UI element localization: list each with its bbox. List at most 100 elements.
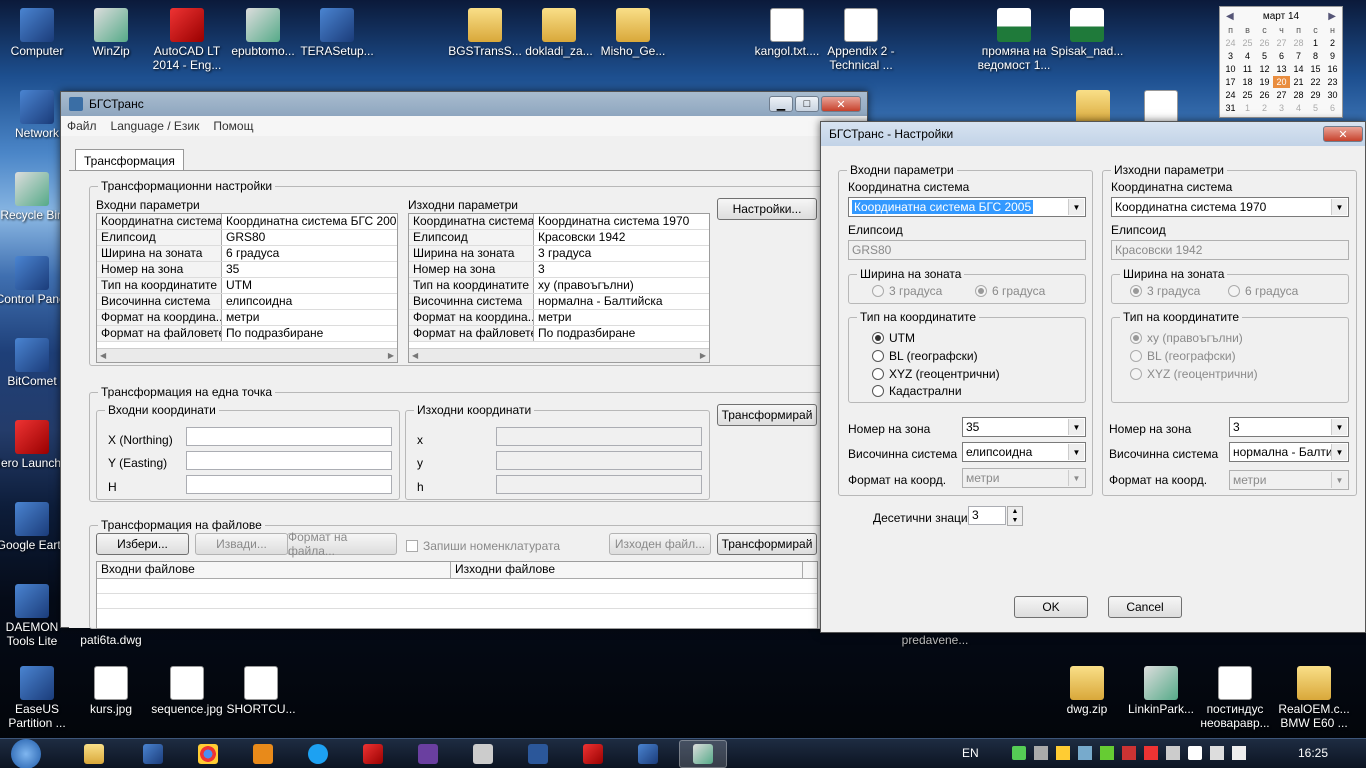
taskbar-app[interactable] <box>569 740 617 768</box>
minimize-button[interactable]: ▁ <box>769 96 793 112</box>
dialog-title-bar[interactable]: БГСТранс - Настройки ✕ <box>821 122 1365 146</box>
calendar-day[interactable]: 7 <box>1290 50 1307 62</box>
calendar-day[interactable]: 22 <box>1307 76 1324 88</box>
tray-app-icon[interactable] <box>1166 746 1180 760</box>
calendar-next-button[interactable]: ▶ <box>1328 11 1336 22</box>
calendar-day[interactable]: 14 <box>1290 63 1307 75</box>
appendix-file-icon[interactable]: Appendix 2 - Technical ... <box>816 8 906 72</box>
pati-dwg-label[interactable]: pati6ta.dwg <box>66 633 156 647</box>
clock[interactable]: 16:25 <box>1298 746 1328 760</box>
close-button[interactable]: ✕ <box>821 96 861 112</box>
table-row[interactable]: Ширина на зоната 6 градуса <box>97 246 397 262</box>
settings-button[interactable]: Настройки... <box>717 198 817 220</box>
taskbar-word[interactable] <box>514 740 562 768</box>
out-zone-no-select[interactable]: 3 ▼ <box>1229 417 1349 437</box>
realoem-desktop-icon[interactable]: RealOEM.c... BMW E60 ... <box>1264 666 1364 730</box>
tray-app-icon[interactable] <box>1122 746 1136 760</box>
menu-language[interactable]: Language / Език <box>111 119 200 133</box>
scroll-left-icon[interactable]: ◀ <box>412 351 418 360</box>
misho-folder-icon[interactable]: Misho_Ge... <box>588 8 678 58</box>
taskbar-calculator[interactable] <box>459 740 507 768</box>
input-params-grid[interactable]: Координатна система Координатна система Б… <box>96 213 398 363</box>
taskbar-ie[interactable] <box>129 740 177 768</box>
table-row[interactable]: Елипсоид Красовски 1942 <box>409 230 709 246</box>
x-northing-input[interactable] <box>186 427 392 446</box>
table-row[interactable]: Формат на файловете По подразбиране <box>97 326 397 342</box>
calendar-day[interactable]: 30 <box>1324 89 1341 101</box>
horizontal-scrollbar[interactable]: ◀ ▶ <box>97 348 397 362</box>
taskbar-explorer[interactable] <box>66 740 122 768</box>
nvidia-icon[interactable] <box>1100 746 1114 760</box>
calendar-day[interactable]: 29 <box>1307 89 1324 101</box>
signal-icon[interactable] <box>1034 746 1048 760</box>
output-file-button[interactable]: Изходен файл... <box>609 533 711 555</box>
tera-desktop-icon[interactable]: TERASetup... <box>292 8 382 58</box>
table-row[interactable]: Номер на зона 3 <box>409 262 709 278</box>
warning-icon[interactable] <box>1144 746 1158 760</box>
tray-app-icon[interactable] <box>1078 746 1092 760</box>
calendar-day[interactable]: 16 <box>1324 63 1341 75</box>
tray-app-icon[interactable] <box>1056 746 1070 760</box>
taskbar-globe[interactable] <box>624 740 672 768</box>
files-table[interactable]: Входни файлове Изходни файлове <box>96 561 818 629</box>
table-row[interactable]: Номер на зона 35 <box>97 262 397 278</box>
in-coord-sys-select[interactable]: Координатна система БГС 2005 ▼ <box>848 197 1086 217</box>
calendar-grid[interactable]: п в с ч п с н 24 25 26 27 28 1 2 3 4 5 6 7 8 9 10 11 12 13 14 15 16… <box>1220 24 1342 114</box>
calendar-day[interactable]: 19 <box>1256 76 1273 88</box>
taskbar-chrome[interactable] <box>184 740 232 768</box>
col-input-files[interactable]: Входни файлове <box>97 562 451 578</box>
calendar-day[interactable]: 4 <box>1290 102 1307 114</box>
h-input[interactable] <box>186 475 392 494</box>
out-zone-6-radio[interactable]: 6 градуса <box>1228 284 1298 298</box>
speaker-icon[interactable] <box>1232 746 1246 760</box>
in-type-utm-radio[interactable]: UTM <box>872 331 915 345</box>
scroll-right-icon[interactable]: ▶ <box>700 351 706 360</box>
output-params-grid[interactable]: Координатна система Координатна система 1… <box>408 213 710 363</box>
in-zone-6-radio[interactable]: 6 градуса <box>975 284 1045 298</box>
calendar-gadget[interactable]: ◀ март 14 ▶ п в с ч п с н 24 25 26 27 28 1 2 3 4 5 6 7 8 9 10… <box>1219 6 1343 118</box>
calendar-day[interactable]: 26 <box>1256 37 1273 49</box>
transform-point-button[interactable]: Трансформирай <box>717 404 817 426</box>
calendar-day[interactable]: 13 <box>1273 63 1290 75</box>
table-row[interactable]: Височинна система нормална - Балтийска <box>409 294 709 310</box>
calendar-day[interactable]: 24 <box>1222 37 1239 49</box>
calendar-day[interactable]: 9 <box>1324 50 1341 62</box>
in-type-xyz-radio[interactable]: XYZ (геоцентрични) <box>872 367 1000 381</box>
network-icon[interactable] <box>1210 746 1224 760</box>
horizontal-scrollbar[interactable]: ◀ ▶ <box>409 348 709 362</box>
calendar-day[interactable]: 27 <box>1273 89 1290 101</box>
chevron-down-icon[interactable]: ▼ <box>1012 517 1019 524</box>
in-type-cadastral-radio[interactable]: Кадастрални <box>872 384 962 398</box>
predavane-label[interactable]: predavene... <box>890 633 980 647</box>
taskbar-bgstrans[interactable] <box>679 739 727 768</box>
calendar-day[interactable]: 6 <box>1324 102 1341 114</box>
calendar-day[interactable]: 23 <box>1324 76 1341 88</box>
col-output-files[interactable]: Изходни файлове <box>451 562 803 578</box>
menu-help[interactable]: Помощ <box>213 119 253 133</box>
dialog-close-button[interactable]: ✕ <box>1323 126 1363 142</box>
calendar-day[interactable]: 15 <box>1307 63 1324 75</box>
calendar-day[interactable]: 3 <box>1222 50 1239 62</box>
tab-transformation[interactable]: Трансформация <box>75 149 184 171</box>
scroll-right-icon[interactable]: ▶ <box>388 351 394 360</box>
calendar-day[interactable]: 5 <box>1256 50 1273 62</box>
calendar-day[interactable]: 26 <box>1256 89 1273 101</box>
in-zone-no-select[interactable]: 35 ▼ <box>962 417 1086 437</box>
calendar-day[interactable]: 2 <box>1256 102 1273 114</box>
menu-file[interactable]: Файл <box>67 119 97 133</box>
table-row[interactable]: Формат на координа... метри <box>409 310 709 326</box>
table-row[interactable]: Тип на координатите xy (правоъгълни) <box>409 278 709 294</box>
shortcut-desktop-icon[interactable]: SHORTCU... <box>216 666 306 716</box>
scroll-left-icon[interactable]: ◀ <box>100 351 106 360</box>
ok-button[interactable]: OK <box>1014 596 1088 618</box>
out-height-sys-select[interactable]: нормална - Балтийс ▼ <box>1229 442 1349 462</box>
table-row[interactable]: Ширина на зоната 3 градуса <box>409 246 709 262</box>
maximize-button[interactable]: □ <box>795 96 819 112</box>
flag-icon[interactable] <box>1188 746 1202 760</box>
remove-file-button[interactable]: Извади... <box>195 533 288 555</box>
in-zone-3-radio[interactable]: 3 градуса <box>872 284 942 298</box>
in-height-sys-select[interactable]: елипсоидна ▼ <box>962 442 1086 462</box>
calendar-day[interactable]: 17 <box>1222 76 1239 88</box>
taskbar-pdf[interactable] <box>349 740 397 768</box>
chevron-up-icon[interactable]: ▲ <box>1012 508 1019 515</box>
